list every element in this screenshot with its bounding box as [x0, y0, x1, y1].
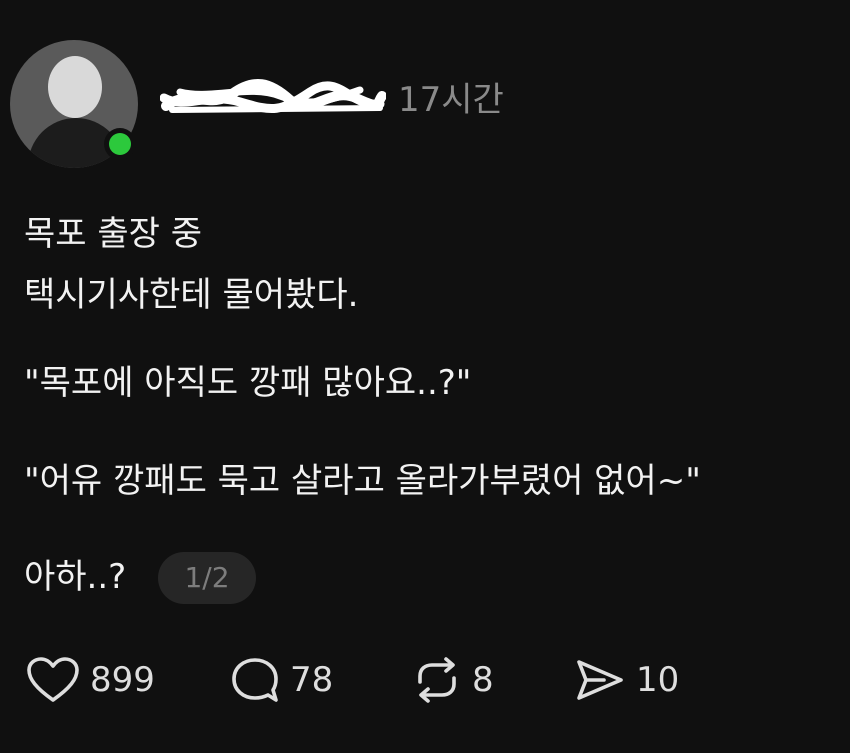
- post-text-line: 목포 출장 중: [24, 214, 203, 254]
- comment-button[interactable]: 78: [230, 656, 333, 704]
- heart-icon: [27, 657, 79, 702]
- repost-button[interactable]: 8: [412, 656, 494, 704]
- like-count: 899: [90, 660, 155, 700]
- post-text-line: 택시기사한테 물어봤다.: [24, 275, 359, 315]
- online-status-indicator: [104, 128, 136, 160]
- post-text-line: "목포에 아직도 깡패 많아요..?": [24, 363, 472, 403]
- share-count: 10: [636, 660, 680, 700]
- post-text-line: "어유 깡패도 묵고 살라고 올라가부렸어 없어~": [24, 461, 701, 501]
- share-button[interactable]: 10: [574, 656, 679, 704]
- post-timestamp: 17시간: [398, 80, 504, 120]
- avatar-head: [48, 56, 102, 118]
- post-text-line: 아하..?: [24, 557, 127, 597]
- thread-post: 17시간 목포 출장 중 택시기사한테 물어봤다. "목포에 아직도 깡패 많아…: [0, 0, 850, 753]
- comment-bubble-icon: [232, 658, 278, 702]
- like-button[interactable]: 899: [26, 656, 155, 704]
- send-icon: [577, 660, 623, 700]
- repost-count: 8: [472, 660, 494, 700]
- page-indicator-badge: 1/2: [158, 552, 256, 604]
- username-redacted[interactable]: [160, 70, 386, 120]
- comment-count: 78: [290, 660, 334, 700]
- repost-icon: [418, 657, 456, 703]
